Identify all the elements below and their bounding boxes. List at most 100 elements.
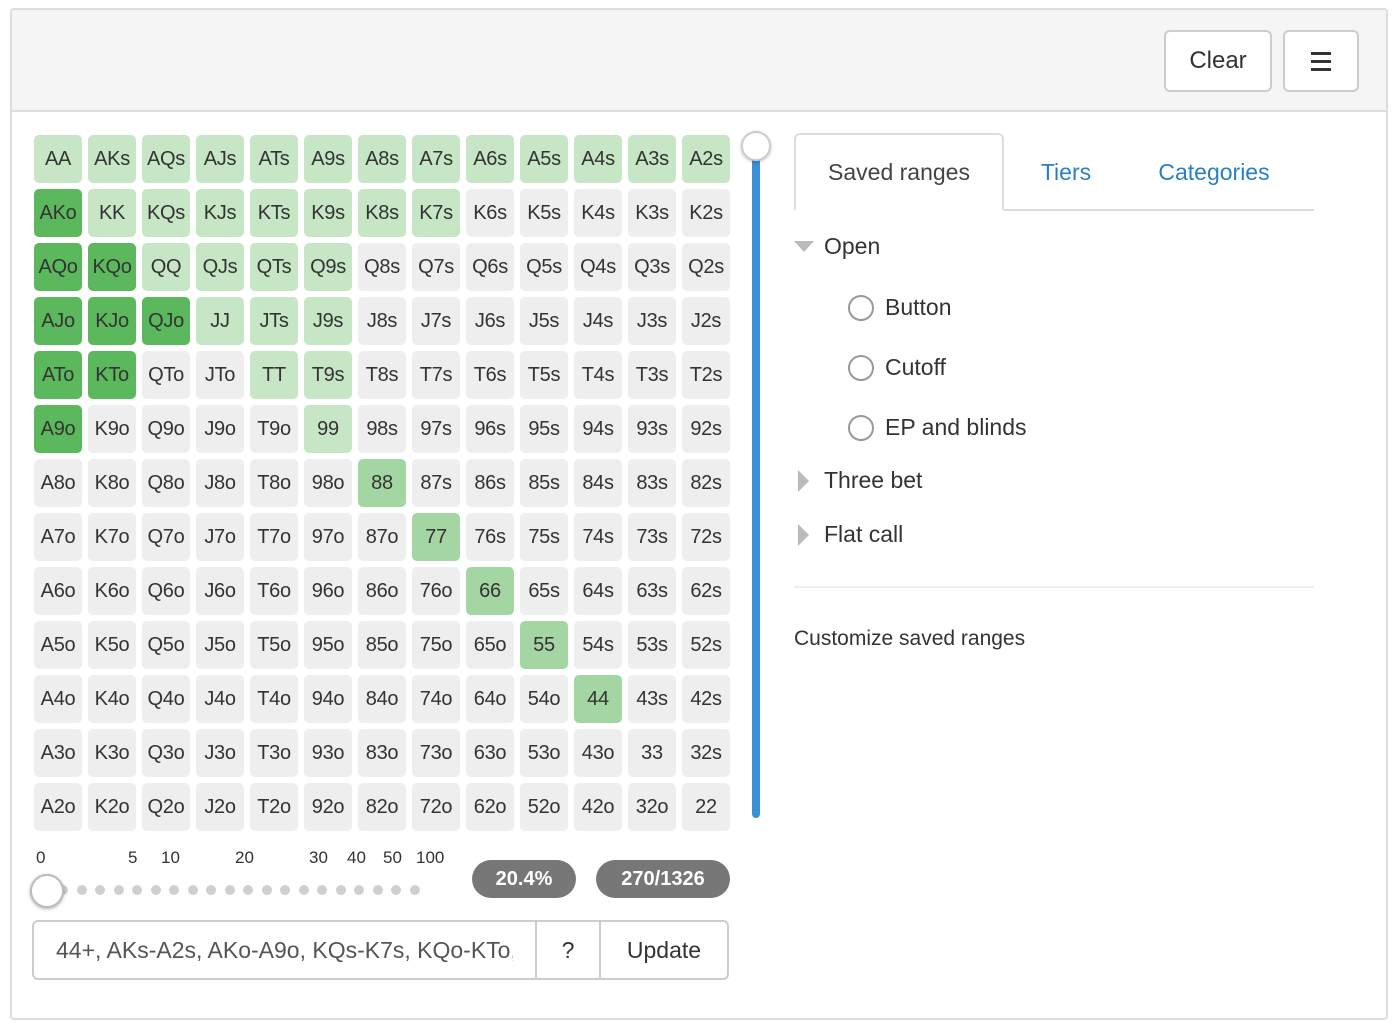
hand-cell[interactable]: K4s (574, 189, 622, 237)
radio-circle[interactable] (848, 294, 874, 321)
range-text-input[interactable] (34, 922, 537, 978)
hand-cell[interactable]: A9o (34, 405, 82, 453)
hand-cell[interactable]: K8s (358, 189, 406, 237)
hand-cell[interactable]: J5s (520, 297, 568, 345)
hand-cell[interactable]: 52s (682, 621, 730, 669)
hand-cell[interactable]: 97o (304, 513, 352, 561)
tree-node-flat-call[interactable]: Flat call (794, 521, 903, 548)
hand-cell[interactable]: T3o (250, 729, 298, 777)
hand-cell[interactable]: T9o (250, 405, 298, 453)
radio-ep-blinds-option[interactable]: EP and blinds (848, 414, 1027, 441)
hand-cell[interactable]: A6s (466, 135, 514, 183)
hand-cell[interactable]: J6o (196, 567, 244, 615)
vertical-slider-handle[interactable] (741, 131, 771, 161)
hand-cell[interactable]: 94o (304, 675, 352, 723)
hand-cell[interactable]: 72s (682, 513, 730, 561)
hand-cell[interactable]: K2s (682, 189, 730, 237)
hand-cell[interactable]: T5s (520, 351, 568, 399)
hand-cell[interactable]: 96s (466, 405, 514, 453)
hand-cell[interactable]: K3o (88, 729, 136, 777)
hand-cell[interactable]: 74s (574, 513, 622, 561)
hand-cell[interactable]: K5o (88, 621, 136, 669)
hand-cell[interactable]: 85s (520, 459, 568, 507)
hand-cell[interactable]: Q3s (628, 243, 676, 291)
hand-cell[interactable]: ATs (250, 135, 298, 183)
hand-cell[interactable]: J9s (304, 297, 352, 345)
tree-node-open[interactable]: Open (794, 233, 880, 260)
hand-cell[interactable]: T7o (250, 513, 298, 561)
hand-cell[interactable]: A9s (304, 135, 352, 183)
hand-cell[interactable]: 77 (412, 513, 460, 561)
hand-cell[interactable]: J5o (196, 621, 244, 669)
hand-cell[interactable]: J7o (196, 513, 244, 561)
hand-cell[interactable]: K7o (88, 513, 136, 561)
hand-cell[interactable]: Q3o (142, 729, 190, 777)
hand-cell[interactable]: K2o (88, 783, 136, 831)
hand-cell[interactable]: 64s (574, 567, 622, 615)
hand-cell[interactable]: K8o (88, 459, 136, 507)
hand-cell[interactable]: J3s (628, 297, 676, 345)
hand-cell[interactable]: 83o (358, 729, 406, 777)
hand-cell[interactable]: 22 (682, 783, 730, 831)
hand-cell[interactable]: Q6o (142, 567, 190, 615)
hand-cell[interactable]: T3s (628, 351, 676, 399)
hand-cell[interactable]: 54s (574, 621, 622, 669)
hand-cell[interactable]: 76s (466, 513, 514, 561)
hand-cell[interactable]: J4o (196, 675, 244, 723)
hand-cell[interactable]: J7s (412, 297, 460, 345)
hand-cell[interactable]: T7s (412, 351, 460, 399)
hand-cell[interactable]: 96o (304, 567, 352, 615)
hand-cell[interactable]: 95s (520, 405, 568, 453)
hand-cell[interactable]: T2o (250, 783, 298, 831)
radio-circle[interactable] (848, 354, 874, 381)
menu-button[interactable] (1283, 30, 1359, 92)
hand-cell[interactable]: T8s (358, 351, 406, 399)
tab-saved-ranges[interactable]: Saved ranges (794, 133, 1004, 211)
hand-cell[interactable]: T4s (574, 351, 622, 399)
hand-cell[interactable]: 82s (682, 459, 730, 507)
hand-cell[interactable]: 72o (412, 783, 460, 831)
hand-cell[interactable]: Q2o (142, 783, 190, 831)
hand-cell[interactable]: 54o (520, 675, 568, 723)
tab-categories[interactable]: Categories (1134, 133, 1294, 211)
hand-cell[interactable]: Q9o (142, 405, 190, 453)
hand-cell[interactable]: 84s (574, 459, 622, 507)
hand-cell[interactable]: 66 (466, 567, 514, 615)
hand-cell[interactable]: 62o (466, 783, 514, 831)
hand-cell[interactable]: J2o (196, 783, 244, 831)
hand-cell[interactable]: J8s (358, 297, 406, 345)
hand-cell[interactable]: J3o (196, 729, 244, 777)
hand-cell[interactable]: 75s (520, 513, 568, 561)
hand-cell[interactable]: J6s (466, 297, 514, 345)
hand-cell[interactable]: 82o (358, 783, 406, 831)
hand-cell[interactable]: AJs (196, 135, 244, 183)
hand-cell[interactable]: A2s (682, 135, 730, 183)
radio-button-option[interactable]: Button (848, 294, 952, 321)
hand-cell[interactable]: 76o (412, 567, 460, 615)
hand-cell[interactable]: 93o (304, 729, 352, 777)
hand-cell[interactable]: 73o (412, 729, 460, 777)
hand-cell[interactable]: 99 (304, 405, 352, 453)
hand-cell[interactable]: 86o (358, 567, 406, 615)
hand-cell[interactable]: 64o (466, 675, 514, 723)
vertical-slider-track[interactable] (752, 148, 760, 818)
hand-cell[interactable]: 43s (628, 675, 676, 723)
hand-cell[interactable]: A2o (34, 783, 82, 831)
hand-cell[interactable]: 92o (304, 783, 352, 831)
hand-cell[interactable]: 98s (358, 405, 406, 453)
hand-cell[interactable]: QTs (250, 243, 298, 291)
hand-cell[interactable]: 93s (628, 405, 676, 453)
hand-cell[interactable]: 32s (682, 729, 730, 777)
hand-cell[interactable]: Q9s (304, 243, 352, 291)
hand-cell[interactable]: 95o (304, 621, 352, 669)
hand-cell[interactable]: K9s (304, 189, 352, 237)
hand-cell[interactable]: AKs (88, 135, 136, 183)
hand-cell[interactable]: AJo (34, 297, 82, 345)
hand-cell[interactable]: K9o (88, 405, 136, 453)
hand-cell[interactable]: Q4o (142, 675, 190, 723)
hand-cell[interactable]: 92s (682, 405, 730, 453)
hand-cell[interactable]: 85o (358, 621, 406, 669)
hand-cell[interactable]: 87o (358, 513, 406, 561)
hand-cell[interactable]: 62s (682, 567, 730, 615)
hand-cell[interactable]: QJo (142, 297, 190, 345)
